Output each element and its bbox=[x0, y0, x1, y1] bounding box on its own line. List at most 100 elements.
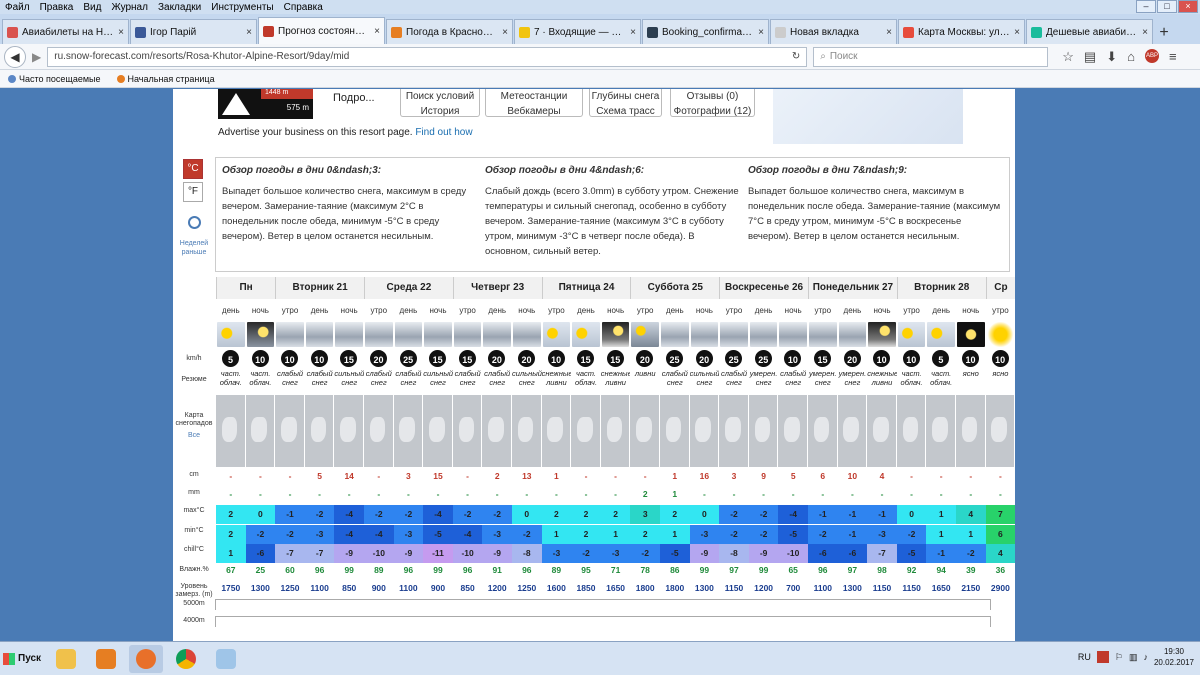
adblock-icon[interactable]: ABP bbox=[1144, 48, 1159, 63]
tab-close-icon[interactable]: × bbox=[374, 26, 380, 37]
bookmark-star-icon[interactable]: ☆ bbox=[1062, 49, 1074, 65]
tab[interactable]: 7 · Входящие — Ян... × bbox=[514, 19, 641, 44]
tab-close-icon[interactable]: × bbox=[246, 27, 252, 38]
period-label: ночь bbox=[251, 306, 269, 315]
reading-list-icon[interactable]: ▤ bbox=[1084, 49, 1096, 65]
tab[interactable]: Прогноз состояния ... × bbox=[258, 17, 385, 44]
more-link[interactable]: Подро... bbox=[333, 92, 375, 104]
taskbar-media-player[interactable] bbox=[89, 645, 123, 673]
volume-icon[interactable]: ♪ bbox=[1143, 652, 1148, 662]
search-input[interactable]: ⌕ Поиск bbox=[813, 46, 1049, 67]
snowfall-map-thumbnail bbox=[245, 395, 276, 467]
weather-icon bbox=[364, 321, 394, 348]
new-tab-button[interactable]: + bbox=[1154, 24, 1174, 44]
tab[interactable]: Новая вкладка × bbox=[770, 19, 897, 44]
taskbar-explorer[interactable] bbox=[49, 645, 83, 673]
menu-item[interactable]: Справка bbox=[279, 2, 328, 13]
rain-amount: - bbox=[614, 489, 618, 499]
resort-nav-button[interactable]: Метеостанции Вебкамеры bbox=[485, 89, 583, 117]
maximize-button[interactable]: □ bbox=[1157, 0, 1177, 13]
menu-item[interactable]: Закладки bbox=[153, 2, 206, 13]
fahrenheit-toggle[interactable]: °F bbox=[183, 182, 203, 202]
taskbar-paint[interactable] bbox=[209, 645, 243, 673]
menu-item[interactable]: Журнал bbox=[106, 2, 153, 13]
resort-nav-bottom-label[interactable]: Вебкамеры bbox=[486, 106, 582, 118]
weather-icon bbox=[571, 321, 601, 348]
freezing-level: 1250 bbox=[280, 583, 300, 593]
tab[interactable]: Booking_confirmatio... × bbox=[642, 19, 769, 44]
taskbar-firefox[interactable] bbox=[129, 644, 163, 673]
menu-item[interactable]: Файл bbox=[0, 2, 35, 13]
rain-amount: - bbox=[229, 489, 233, 499]
week-earlier-link[interactable]: Неделей раньше bbox=[173, 239, 215, 257]
bookmark-home-page[interactable]: Начальная страница bbox=[116, 74, 215, 84]
taskbar-chrome[interactable] bbox=[169, 645, 203, 673]
home-icon[interactable]: ⌂ bbox=[1127, 49, 1135, 65]
tab[interactable]: Дешевые авиабиле... × bbox=[1026, 19, 1153, 44]
tab-favicon-icon bbox=[135, 26, 146, 38]
flash-icon[interactable] bbox=[1096, 651, 1109, 663]
language-indicator[interactable]: RU bbox=[1078, 652, 1091, 662]
menu-item[interactable]: Вид bbox=[78, 2, 106, 13]
download-icon[interactable]: ⬇ bbox=[1106, 49, 1117, 65]
period-label: день bbox=[932, 306, 951, 315]
resort-nav-button[interactable]: Поиск условий История bbox=[400, 89, 480, 117]
wind-speed-badge: 20 bbox=[518, 350, 535, 367]
tab-close-icon[interactable]: × bbox=[1014, 27, 1020, 38]
snowfall-map-thumbnail bbox=[660, 395, 690, 467]
close-window-button[interactable]: × bbox=[1178, 0, 1198, 13]
clock-icon[interactable] bbox=[188, 216, 201, 229]
max-temp: -2 bbox=[719, 505, 749, 524]
resort-nav-bottom-label[interactable]: Фотографии (12) bbox=[671, 106, 754, 118]
flag-icon[interactable]: ⚐ bbox=[1115, 652, 1123, 663]
snow-amount: 15 bbox=[433, 471, 443, 481]
freezing-level: 1650 bbox=[606, 583, 626, 593]
tray-clock[interactable]: 19:30 20.02.2017 bbox=[1154, 646, 1194, 668]
url-text[interactable]: ru.snow-forecast.com/resorts/Rosa-Khutor… bbox=[54, 51, 792, 62]
tab[interactable]: Погода в Красной П... × bbox=[386, 19, 513, 44]
tab[interactable]: Авиабилеты на Нов... × bbox=[2, 19, 129, 44]
bookmark-most-visited[interactable]: Часто посещаемые bbox=[8, 74, 101, 84]
rain-amount: - bbox=[288, 489, 292, 499]
forward-icon[interactable]: ▶ bbox=[32, 50, 41, 64]
resort-nav-bottom-label[interactable]: Схема трасс bbox=[590, 106, 661, 118]
tab[interactable]: Карта Москвы: ули... × bbox=[898, 19, 1025, 44]
reload-icon[interactable]: ↻ bbox=[792, 51, 800, 62]
weather-summary: умерен. снег bbox=[749, 369, 778, 387]
network-icon[interactable]: ▥ bbox=[1129, 652, 1138, 663]
menu-item[interactable]: Правка bbox=[35, 2, 79, 13]
advertise-link[interactable]: Find out how bbox=[415, 127, 472, 138]
tab-close-icon[interactable]: × bbox=[886, 27, 892, 38]
weather-summary: ливни bbox=[634, 369, 656, 378]
tab-close-icon[interactable]: × bbox=[502, 27, 508, 38]
resort-nav-button[interactable]: Глубины снега Схема трасс bbox=[589, 89, 662, 117]
period-label: ночь bbox=[518, 306, 536, 315]
menu-bar: Файл Правка Вид Журнал Закладки Инструменты Сп… bbox=[0, 0, 1200, 14]
tab-close-icon[interactable]: × bbox=[1142, 27, 1148, 38]
back-button[interactable]: ◀ bbox=[4, 45, 26, 68]
celsius-toggle[interactable]: °C bbox=[183, 159, 203, 179]
tab-close-icon[interactable]: × bbox=[118, 27, 124, 38]
freezing-level: 900 bbox=[371, 583, 386, 593]
snowfall-map-thumbnail bbox=[778, 395, 808, 467]
humidity: 99 bbox=[344, 565, 354, 575]
overview-block: Обзор погоды в дни 4&ndash;6: Слабый дожд… bbox=[485, 163, 740, 266]
weather-icon bbox=[275, 321, 305, 348]
snow-amount: 14 bbox=[344, 471, 354, 481]
start-label: Пуск bbox=[18, 653, 42, 664]
tab-close-icon[interactable]: × bbox=[630, 27, 636, 38]
snow-amount: - bbox=[229, 471, 233, 481]
url-bar[interactable]: ru.snow-forecast.com/resorts/Rosa-Khutor… bbox=[47, 46, 808, 67]
gear-icon bbox=[8, 74, 16, 83]
menu-icon[interactable]: ≡ bbox=[1169, 49, 1177, 65]
resort-nav-bottom-label[interactable]: История bbox=[401, 106, 479, 118]
resort-nav-button[interactable]: Отзывы (0) Фотографии (12) bbox=[670, 89, 755, 117]
snow-map-all-link[interactable]: Все bbox=[173, 432, 215, 440]
max-temp: -2 bbox=[748, 505, 779, 524]
start-button[interactable]: Пуск bbox=[3, 648, 43, 670]
tab-close-icon[interactable]: × bbox=[758, 27, 764, 38]
snow-amount: - bbox=[998, 471, 1002, 481]
minimize-button[interactable]: – bbox=[1136, 0, 1156, 13]
tab[interactable]: Ігор Парій × bbox=[130, 19, 257, 44]
menu-item[interactable]: Инструменты bbox=[206, 2, 278, 13]
